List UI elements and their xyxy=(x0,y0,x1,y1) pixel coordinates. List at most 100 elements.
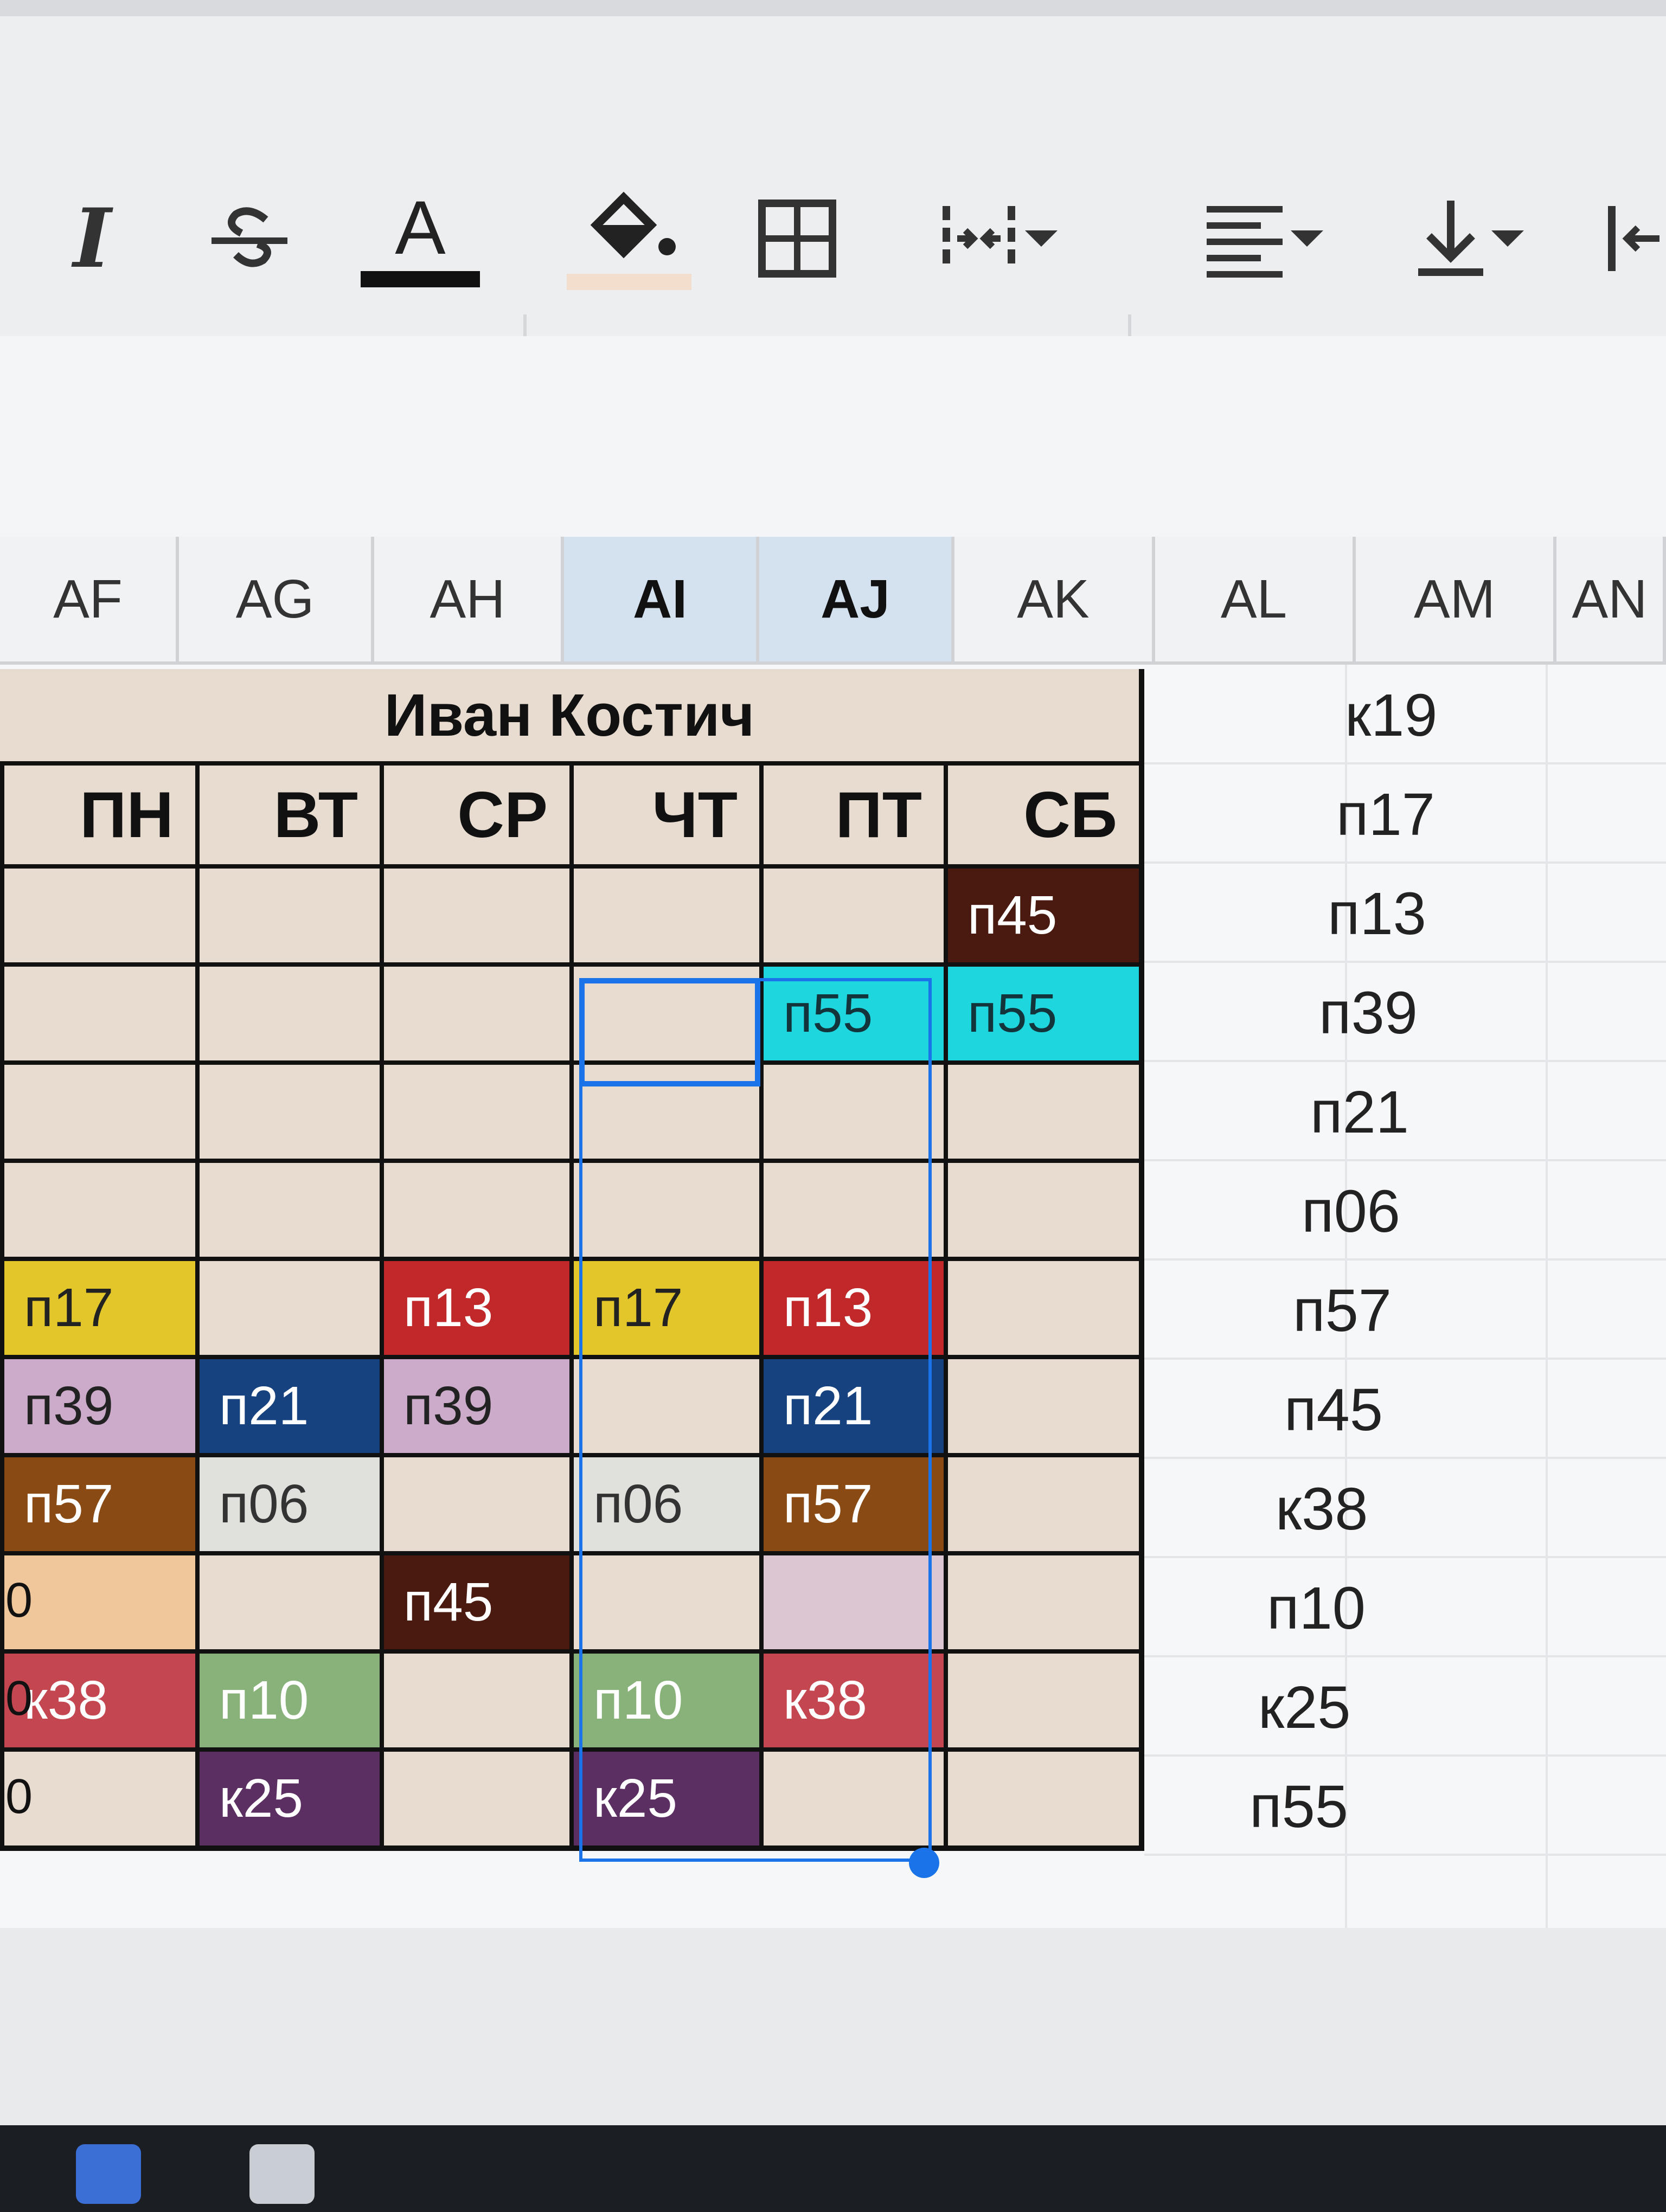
column-header-af[interactable]: AF xyxy=(0,537,179,661)
schedule-cell[interactable] xyxy=(569,1060,759,1159)
schedule-cell[interactable]: п45 xyxy=(944,864,1139,962)
schedule-cell[interactable] xyxy=(195,962,380,1060)
schedule-cell[interactable] xyxy=(759,1747,944,1846)
merge-cells-button[interactable] xyxy=(922,184,1074,293)
schedule-cell[interactable] xyxy=(0,864,195,962)
schedule-cell[interactable]: п13 xyxy=(380,1257,569,1355)
fill-handle[interactable] xyxy=(909,1848,939,1878)
schedule-cell[interactable] xyxy=(759,864,944,962)
schedule-cell[interactable] xyxy=(759,1551,944,1649)
schedule-cell[interactable] xyxy=(380,1649,569,1747)
column-header-ak[interactable]: AK xyxy=(954,537,1155,661)
schedule-cell[interactable]: п21 xyxy=(195,1355,380,1453)
schedule-cell[interactable] xyxy=(944,1159,1139,1257)
schedule-cell[interactable]: п10 xyxy=(195,1649,380,1747)
schedule-cell[interactable] xyxy=(944,1649,1139,1747)
schedule-cell[interactable]: к25 xyxy=(195,1747,380,1846)
side-list-item[interactable]: к25 xyxy=(1258,1673,1475,1742)
column-header-ah[interactable]: AH xyxy=(374,537,564,661)
side-list-item[interactable]: к38 xyxy=(1276,1475,1492,1544)
day-thu-header[interactable]: ЧТ xyxy=(569,761,759,864)
borders-button[interactable] xyxy=(754,184,841,293)
schedule-cell[interactable] xyxy=(380,962,569,1060)
column-header-ai[interactable]: AI xyxy=(564,537,759,661)
day-fri-header[interactable]: ПТ xyxy=(759,761,944,864)
side-list-item[interactable]: п39 xyxy=(1319,979,1536,1047)
schedule-cell[interactable]: п55 xyxy=(759,962,944,1060)
schedule-cell[interactable] xyxy=(944,1060,1139,1159)
schedule-cell[interactable]: п21 xyxy=(759,1355,944,1453)
schedule-cell[interactable] xyxy=(759,1159,944,1257)
schedule-cell[interactable]: п39 xyxy=(380,1355,569,1453)
chrome-app-icon[interactable] xyxy=(76,2144,141,2204)
schedule-cell[interactable] xyxy=(944,1747,1139,1846)
schedule-cell[interactable]: п06 xyxy=(195,1453,380,1551)
horizontal-align-button[interactable] xyxy=(1177,184,1350,293)
spreadsheet-grid[interactable]: Иван Костич ПН ВТ СР ЧТ ПТ СБ п45 п55 п55 п17 п13 п… xyxy=(0,665,1666,1955)
fill-color-button[interactable] xyxy=(564,184,694,293)
column-header-am[interactable]: AM xyxy=(1356,537,1556,661)
schedule-cell[interactable] xyxy=(569,864,759,962)
side-list-item[interactable]: к19 xyxy=(1345,681,1562,750)
side-list-item[interactable]: п17 xyxy=(1336,780,1553,849)
side-list-item[interactable]: п10 xyxy=(1267,1574,1484,1643)
day-tue-header[interactable]: ВТ xyxy=(195,761,380,864)
schedule-cell[interactable]: п06 xyxy=(569,1453,759,1551)
side-list-item[interactable]: п45 xyxy=(1284,1375,1501,1444)
schedule-cell[interactable] xyxy=(195,1159,380,1257)
schedule-cell[interactable] xyxy=(0,1060,195,1159)
schedule-cell[interactable] xyxy=(380,864,569,962)
day-sat-header[interactable]: СБ xyxy=(944,761,1139,864)
column-header-al[interactable]: AL xyxy=(1155,537,1356,661)
schedule-cell[interactable] xyxy=(195,864,380,962)
schedule-cell[interactable]: к25 xyxy=(569,1747,759,1846)
column-header-aj[interactable]: AJ xyxy=(759,537,954,661)
schedule-cell[interactable] xyxy=(195,1257,380,1355)
schedule-cell[interactable] xyxy=(380,1453,569,1551)
text-wrap-button[interactable] xyxy=(1600,184,1665,293)
schedule-cell[interactable] xyxy=(380,1747,569,1846)
gridline xyxy=(1144,1854,1666,1856)
schedule-cell[interactable]: п13 xyxy=(759,1257,944,1355)
side-list-item[interactable]: п57 xyxy=(1293,1276,1510,1345)
schedule-cell[interactable] xyxy=(944,1551,1139,1649)
text-wrap-icon xyxy=(1608,206,1659,271)
schedule-cell[interactable]: п45 xyxy=(380,1551,569,1649)
schedule-cell[interactable] xyxy=(195,1551,380,1649)
schedule-cell[interactable] xyxy=(195,1060,380,1159)
schedule-cell[interactable] xyxy=(944,1453,1139,1551)
schedule-cell[interactable] xyxy=(569,1159,759,1257)
schedule-cell[interactable] xyxy=(569,962,759,1060)
schedule-cell[interactable] xyxy=(0,1159,195,1257)
gridline xyxy=(1144,1556,1666,1558)
schedule-cell[interactable]: п17 xyxy=(569,1257,759,1355)
side-list-item[interactable]: п13 xyxy=(1328,879,1545,948)
side-list-item[interactable]: п21 xyxy=(1310,1078,1527,1147)
schedule-cell[interactable] xyxy=(944,1355,1139,1453)
side-list-item[interactable]: п06 xyxy=(1302,1177,1518,1246)
vertical-align-button[interactable] xyxy=(1388,184,1551,293)
schedule-cell[interactable] xyxy=(380,1159,569,1257)
schedule-cell[interactable] xyxy=(0,962,195,1060)
strikethrough-button[interactable] xyxy=(206,184,293,293)
day-mon-header[interactable]: ПН xyxy=(0,761,195,864)
schedule-cell[interactable]: п55 xyxy=(944,962,1139,1060)
schedule-cell[interactable] xyxy=(380,1060,569,1159)
office-app-icon[interactable] xyxy=(249,2144,315,2204)
schedule-title[interactable]: Иван Костич xyxy=(0,669,1139,761)
schedule-table: Иван Костич ПН ВТ СР ЧТ ПТ СБ п45 п55 п55 п17 п13 п… xyxy=(0,669,1144,1851)
schedule-cell[interactable]: к38 xyxy=(759,1649,944,1747)
schedule-cell[interactable]: п10 xyxy=(569,1649,759,1747)
day-wed-header[interactable]: СР xyxy=(380,761,569,864)
italic-button[interactable]: I xyxy=(60,184,125,293)
schedule-cell[interactable] xyxy=(569,1355,759,1453)
column-header-an[interactable]: AN xyxy=(1556,537,1666,661)
schedule-cell[interactable] xyxy=(759,1060,944,1159)
text-color-button[interactable]: A xyxy=(358,184,483,293)
schedule-cell[interactable]: п57 xyxy=(759,1453,944,1551)
schedule-cell[interactable] xyxy=(569,1551,759,1649)
side-list-item[interactable]: п55 xyxy=(1250,1772,1466,1841)
column-header-ag[interactable]: AG xyxy=(179,537,374,661)
gridline xyxy=(1144,1159,1666,1161)
schedule-cell[interactable] xyxy=(944,1257,1139,1355)
